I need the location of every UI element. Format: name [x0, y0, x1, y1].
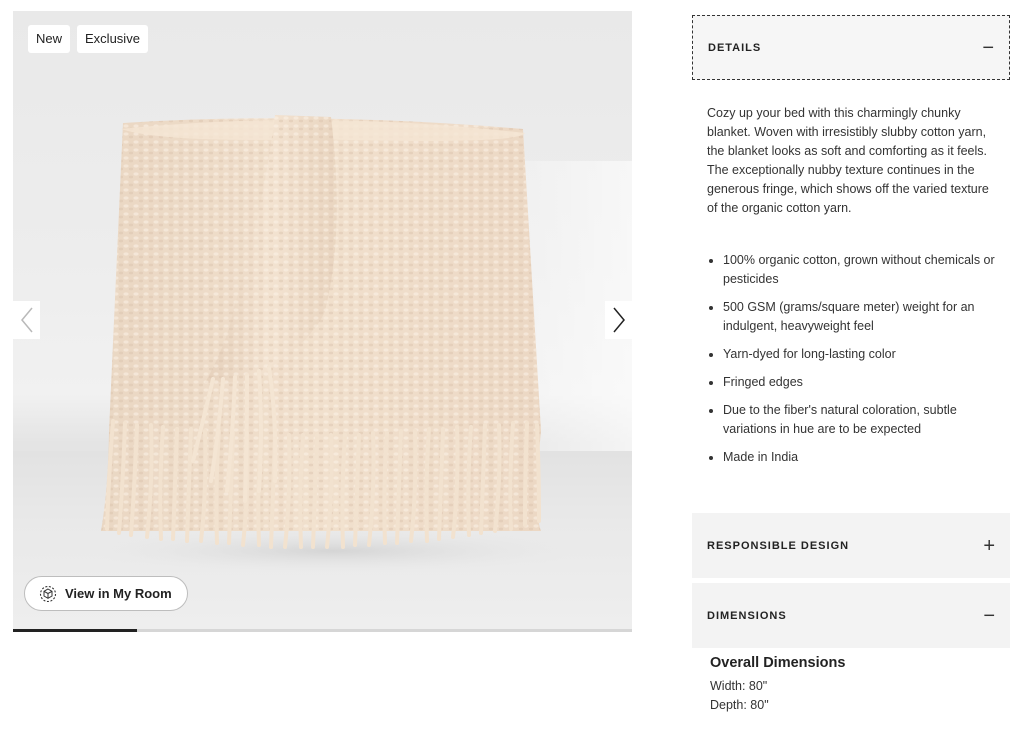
next-image-button[interactable] — [605, 301, 632, 339]
badge-group: New Exclusive — [28, 25, 148, 53]
new-badge: New — [28, 25, 71, 53]
chevron-right-icon — [612, 307, 625, 333]
feature-item: Due to the fiber's natural coloration, s… — [723, 401, 1013, 439]
feature-list: 100% organic cotton, grown without chemi… — [707, 251, 1013, 476]
feature-item: Fringed edges — [723, 373, 1013, 392]
chevron-left-icon — [20, 307, 33, 333]
dimensions-accordion-header[interactable]: DIMENSIONS − — [692, 583, 1010, 648]
exclusive-badge: Exclusive — [77, 25, 148, 53]
overall-dimensions-heading: Overall Dimensions — [710, 655, 846, 671]
collapse-minus-icon: − — [982, 36, 994, 59]
feature-item: Made in India — [723, 448, 1013, 467]
view-in-my-room-label: View in My Room — [65, 586, 172, 601]
feature-item: 500 GSM (grams/square meter) weight for … — [723, 298, 1013, 336]
gallery-progress-bar — [13, 629, 632, 632]
dimension-width: Width: 80" — [710, 679, 768, 693]
product-image-gallery[interactable]: New Exclusive View in My Room — [13, 11, 632, 629]
previous-image-button[interactable] — [13, 301, 40, 339]
view-in-my-room-button[interactable]: View in My Room — [24, 576, 188, 611]
details-title: DETAILS — [708, 41, 762, 54]
blanket-product-image — [83, 115, 583, 573]
dimension-depth: Depth: 80" — [710, 698, 769, 712]
product-description: Cozy up your bed with this charmingly ch… — [707, 106, 989, 215]
responsible-design-title: RESPONSIBLE DESIGN — [707, 539, 850, 552]
collapse-minus-icon: − — [983, 604, 995, 627]
ar-cube-icon — [39, 585, 57, 602]
feature-item: Yarn-dyed for long-lasting color — [723, 345, 1013, 364]
responsible-design-accordion-header[interactable]: RESPONSIBLE DESIGN + — [692, 513, 1010, 578]
details-accordion-header[interactable]: DETAILS − — [692, 15, 1010, 80]
dimensions-title: DIMENSIONS — [707, 609, 787, 622]
expand-plus-icon: + — [983, 534, 995, 557]
feature-item: 100% organic cotton, grown without chemi… — [723, 251, 1013, 289]
gallery-progress-fill — [13, 629, 137, 632]
